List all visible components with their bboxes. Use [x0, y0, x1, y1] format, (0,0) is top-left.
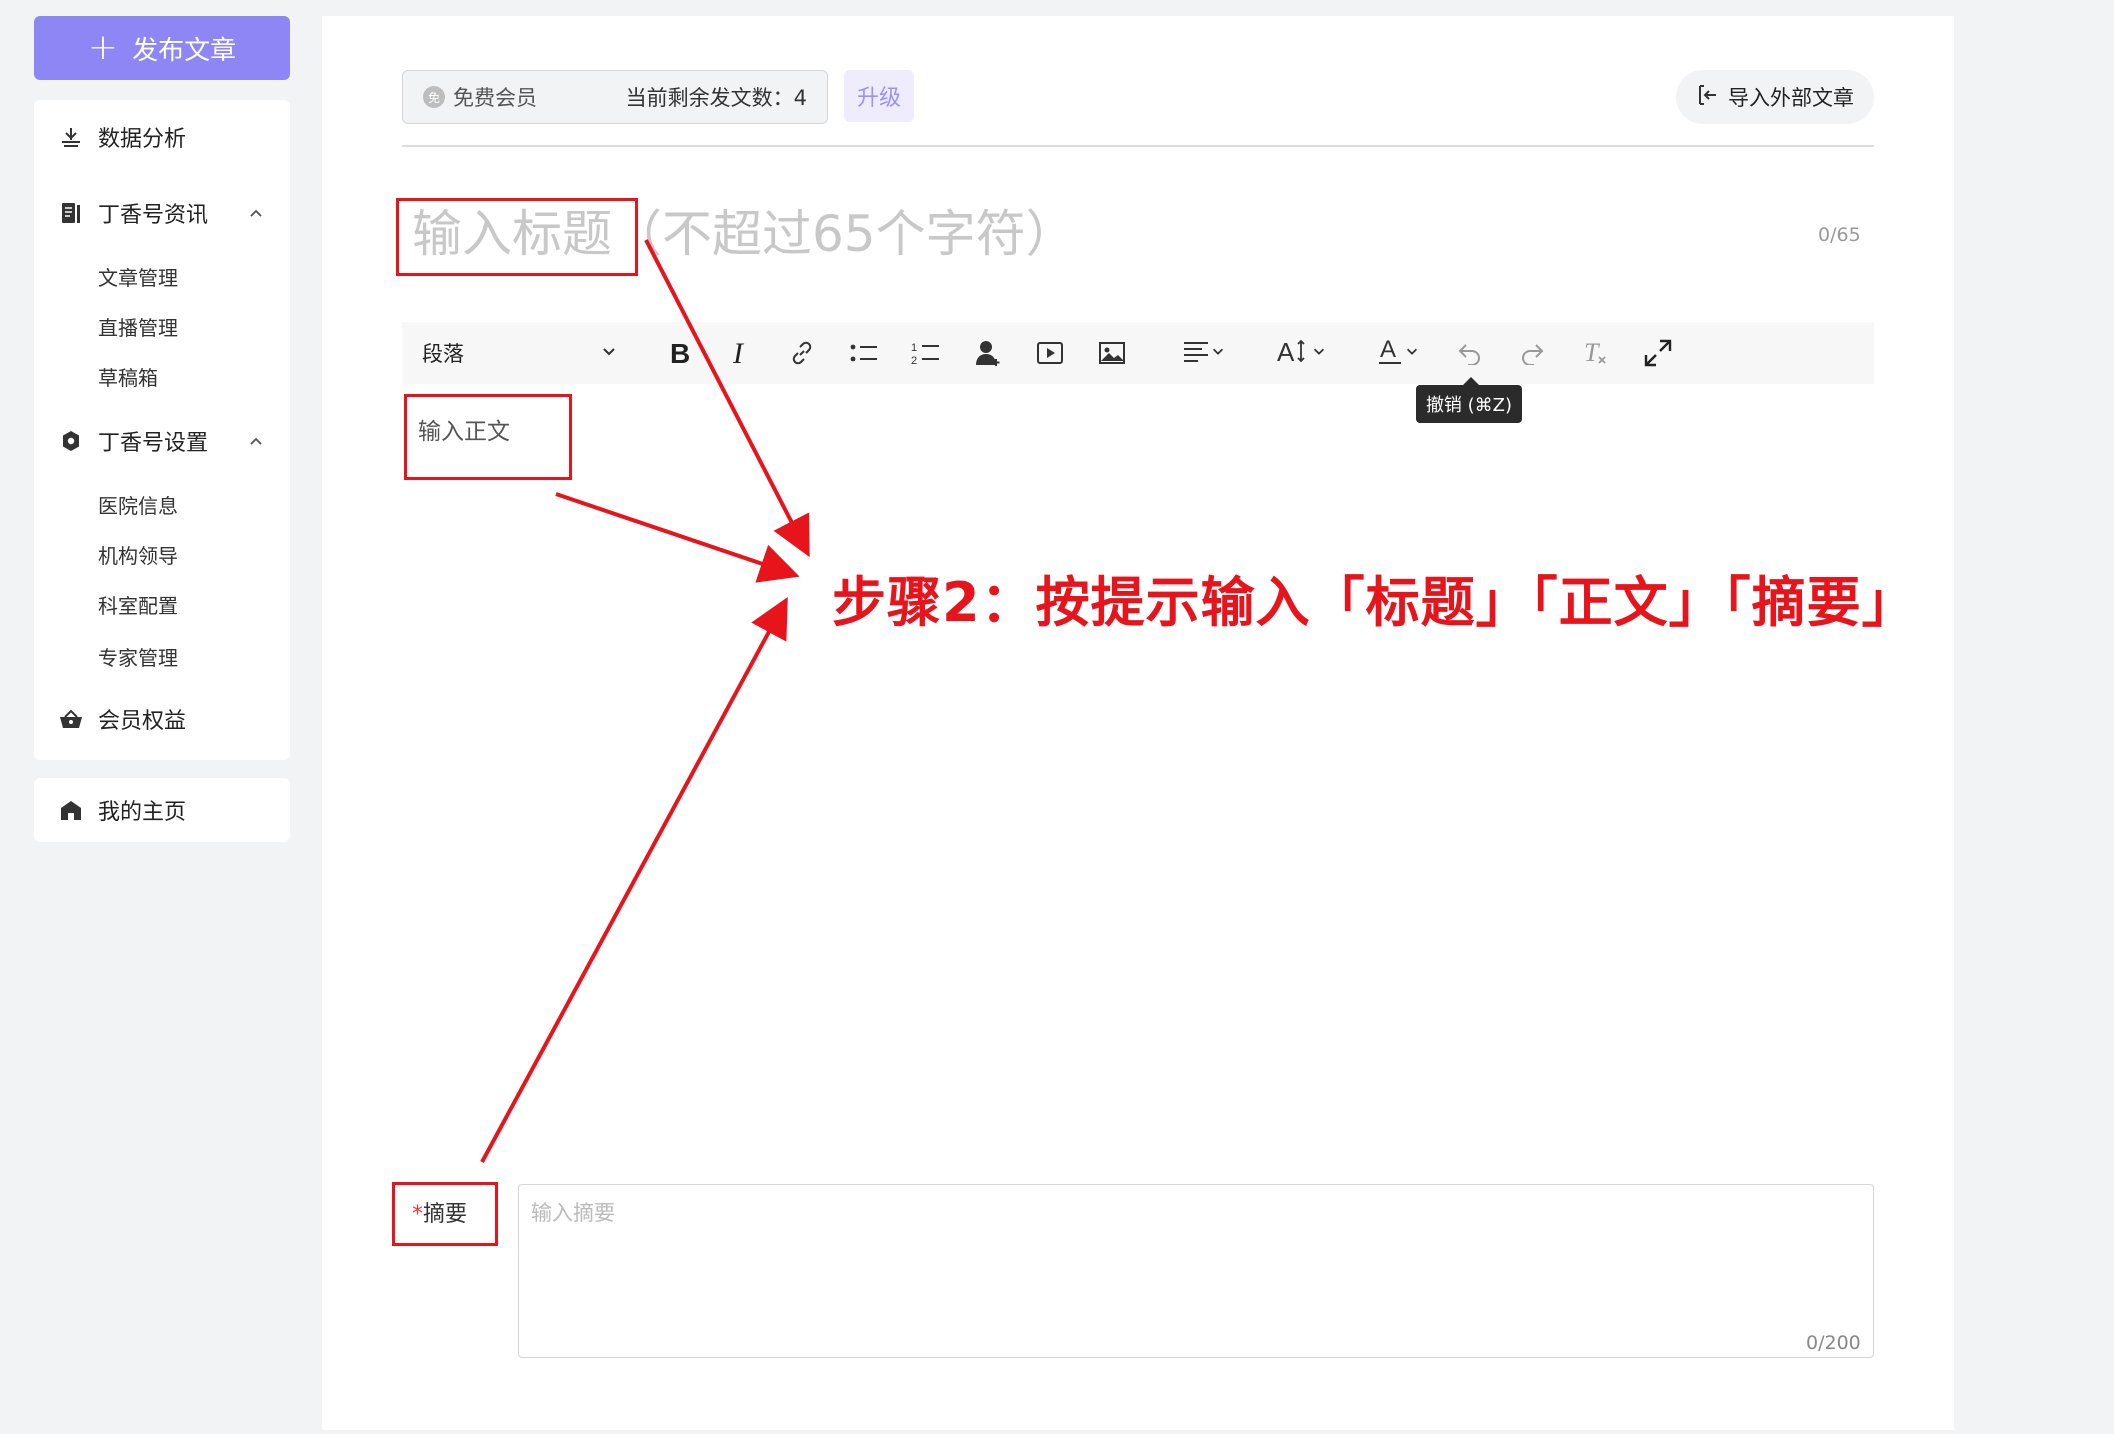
publish-article-button[interactable]: + 发布文章: [34, 16, 290, 80]
bold-icon[interactable]: B: [660, 322, 700, 384]
link-icon[interactable]: [782, 322, 822, 384]
sidebar-item-data-analysis[interactable]: 数据分析: [58, 122, 266, 152]
sidebar-group-label: 丁香号设置: [98, 431, 209, 456]
image-icon[interactable]: [1092, 322, 1132, 384]
sidebar-item-drafts[interactable]: 草稿箱: [98, 362, 158, 391]
align-left-icon: [1182, 339, 1210, 367]
sidebar-nav: 数据分析 丁香号资讯 文章管理 直播管理 草稿箱 丁香号设置 医院信息 机构领导…: [34, 100, 290, 760]
sidebar-item-article-manage[interactable]: 文章管理: [98, 262, 178, 291]
chevron-down-icon: [600, 341, 618, 365]
summary-label-text: 摘要: [423, 1202, 468, 1227]
crown-basket-icon: [58, 706, 84, 732]
chevron-down-icon: [1311, 343, 1327, 363]
align-dropdown[interactable]: [1174, 322, 1234, 384]
required-mark: *: [412, 1202, 423, 1227]
sidebar-item-departments[interactable]: 科室配置: [98, 590, 178, 619]
chart-icon: [58, 124, 84, 150]
hexagon-settings-icon: [58, 428, 84, 454]
import-article-button[interactable]: 导入外部文章: [1676, 70, 1874, 124]
remaining-count: 当前剩余发文数：4: [625, 86, 807, 110]
upgrade-button[interactable]: 升级: [844, 70, 914, 122]
document-icon: [58, 200, 84, 226]
font-color-icon: A: [1376, 336, 1404, 369]
sidebar-item-member-rights[interactable]: 会员权益: [58, 704, 266, 734]
svg-text:A: A: [1380, 337, 1396, 363]
fullscreen-icon[interactable]: [1638, 322, 1678, 384]
video-icon[interactable]: [1030, 322, 1070, 384]
summary-label: *摘要: [412, 1196, 467, 1228]
editor-toolbar: 段落 B I 12 A A T: [402, 322, 1874, 384]
member-type: 免费会员: [453, 86, 537, 110]
chevron-down-icon: [1404, 343, 1420, 363]
sidebar-item-leaders[interactable]: 机构领导: [98, 540, 178, 569]
svg-text:1: 1: [911, 342, 917, 354]
sidebar-item-label: 会员权益: [98, 709, 187, 734]
header-divider: [402, 145, 1874, 147]
summary-char-count: 0/200: [1806, 1332, 1861, 1354]
sidebar-item-experts[interactable]: 专家管理: [98, 642, 178, 671]
title-input[interactable]: [412, 200, 1712, 268]
font-color-dropdown[interactable]: A: [1366, 322, 1430, 384]
numbered-list-icon[interactable]: 12: [906, 322, 946, 384]
italic-icon[interactable]: I: [720, 322, 760, 384]
sidebar-item-label: 数据分析: [98, 127, 187, 152]
sidebar-group-label: 丁香号资讯: [98, 203, 209, 228]
redo-icon[interactable]: [1512, 322, 1552, 384]
paragraph-select-label: 段落: [422, 342, 464, 366]
clear-format-icon[interactable]: T: [1576, 322, 1616, 384]
member-status: 免 免费会员 当前剩余发文数：4: [402, 70, 828, 124]
sidebar-item-label: 我的主页: [98, 800, 187, 825]
svg-text:A: A: [1277, 337, 1295, 365]
chevron-down-icon: [1210, 343, 1226, 363]
title-char-count: 0/65: [1818, 224, 1861, 246]
import-icon: [1696, 83, 1720, 112]
plus-icon: +: [87, 27, 119, 68]
undo-icon[interactable]: [1450, 322, 1490, 384]
sidebar-item-hospital-info[interactable]: 医院信息: [98, 490, 178, 519]
sidebar-item-live-manage[interactable]: 直播管理: [98, 312, 178, 341]
chevron-up-icon: [246, 431, 266, 451]
sidebar-item-homepage[interactable]: 我的主页: [58, 795, 266, 825]
step-instruction: 步骤2：按提示输入「标题」「正文」「摘要」: [832, 571, 1917, 634]
paragraph-select[interactable]: 段落: [422, 322, 618, 384]
summary-input[interactable]: [518, 1184, 1874, 1358]
font-size-dropdown[interactable]: A: [1270, 322, 1334, 384]
member-badge-icon: 免: [423, 86, 445, 108]
add-doctor-icon[interactable]: [968, 322, 1008, 384]
sidebar-group-news[interactable]: 丁香号资讯: [58, 198, 266, 228]
import-article-label: 导入外部文章: [1728, 86, 1854, 110]
font-size-icon: A: [1277, 337, 1311, 369]
body-placeholder: 输入正文: [418, 419, 510, 445]
home-icon: [58, 797, 84, 823]
chevron-up-icon: [246, 203, 266, 223]
svg-text:2: 2: [911, 355, 917, 366]
sidebar-group-settings[interactable]: 丁香号设置: [58, 426, 266, 456]
homepage-card: 我的主页: [34, 778, 290, 842]
svg-text:I: I: [732, 339, 745, 367]
svg-text:B: B: [670, 339, 690, 367]
body-editor[interactable]: 输入正文: [402, 394, 1874, 1154]
publish-article-label: 发布文章: [132, 35, 237, 66]
svg-text:T: T: [1584, 339, 1600, 367]
bullet-list-icon[interactable]: [844, 322, 884, 384]
